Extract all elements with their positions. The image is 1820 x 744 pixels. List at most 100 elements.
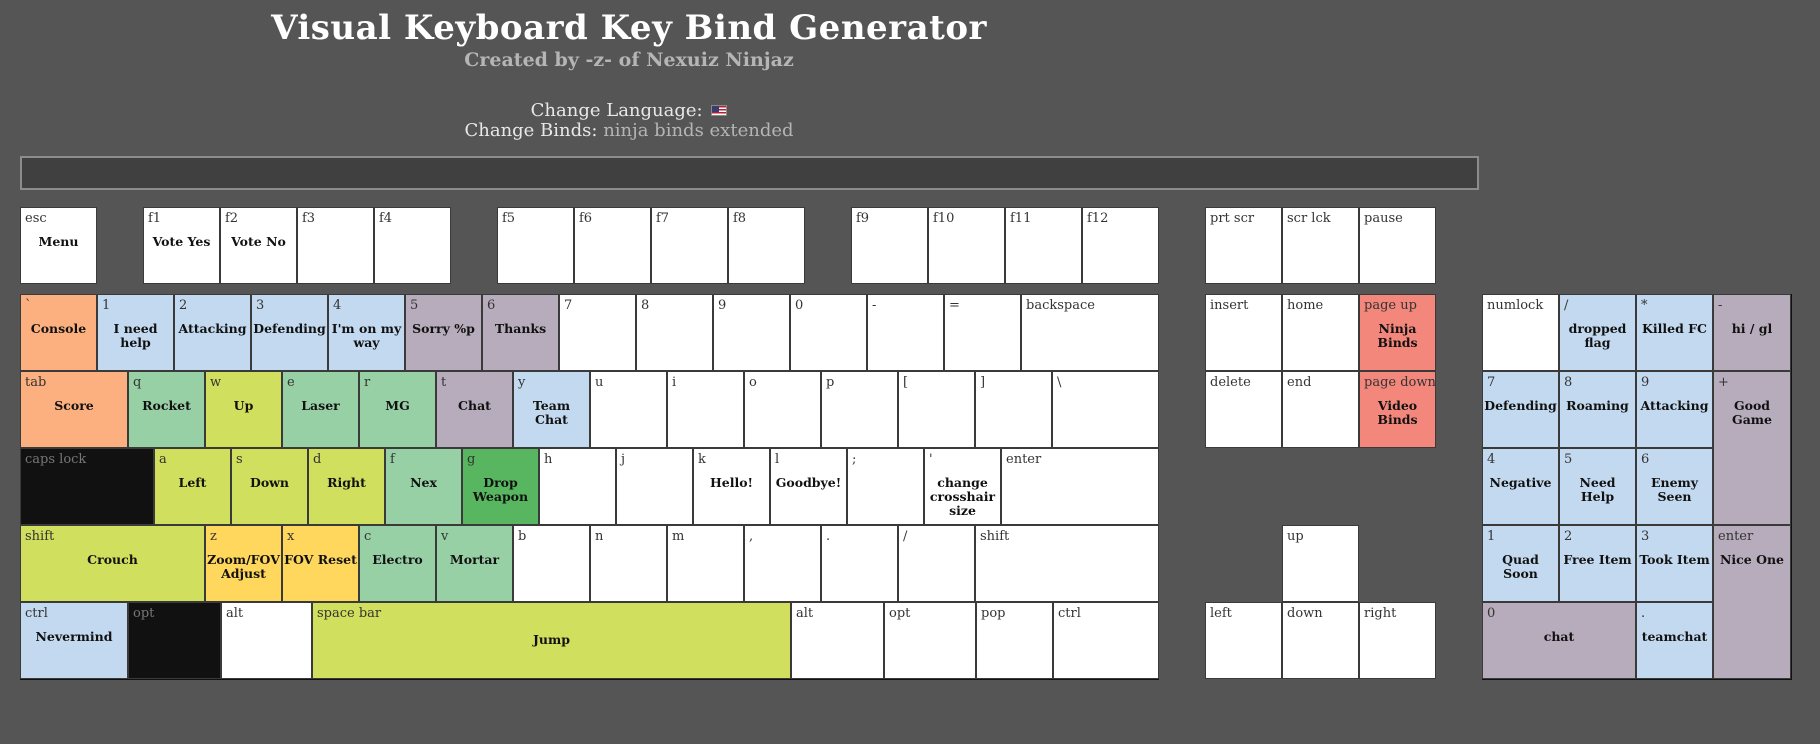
key-pagedown[interactable]: page down Video Binds xyxy=(1359,371,1436,448)
key-lshift[interactable]: shift Crouch xyxy=(20,525,205,602)
key-h[interactable]: h xyxy=(539,448,616,525)
us-flag-icon[interactable] xyxy=(711,105,728,116)
key-down[interactable]: down xyxy=(1282,602,1359,679)
bind-output-field[interactable] xyxy=(20,156,1479,190)
key-left[interactable]: left xyxy=(1205,602,1282,679)
key-backspace[interactable]: backspace xyxy=(1021,294,1159,371)
key-tab[interactable]: tab Score xyxy=(20,371,128,448)
key-f3[interactable]: f3 xyxy=(297,207,374,284)
key-backslash[interactable]: \ xyxy=(1052,371,1159,448)
key-d[interactable]: d Right xyxy=(308,448,385,525)
key-minus[interactable]: - xyxy=(867,294,944,371)
key-period[interactable]: . xyxy=(821,525,898,602)
key-r[interactable]: r MG xyxy=(359,371,436,448)
key-kp9[interactable]: 9 Attacking xyxy=(1636,371,1713,448)
key-f4[interactable]: f4 xyxy=(374,207,451,284)
key-rshift[interactable]: shift xyxy=(975,525,1159,602)
key-kp1[interactable]: 1 Quad Soon xyxy=(1482,525,1559,602)
key-rctrl[interactable]: ctrl xyxy=(1053,602,1159,679)
key-delete[interactable]: delete xyxy=(1205,371,1282,448)
key-slash[interactable]: / xyxy=(898,525,975,602)
key-f6[interactable]: f6 xyxy=(574,207,651,284)
key-o[interactable]: o xyxy=(744,371,821,448)
key-kp6[interactable]: 6 Enemy Seen xyxy=(1636,448,1713,525)
key-y[interactable]: y Team Chat xyxy=(513,371,590,448)
key-f[interactable]: f Nex xyxy=(385,448,462,525)
key-g[interactable]: g Drop Weapon xyxy=(462,448,539,525)
binds-preset-link[interactable]: ninja binds extended xyxy=(603,120,793,141)
key-scrlck[interactable]: scr lck xyxy=(1282,207,1359,284)
key-kp_star[interactable]: * Killed FC xyxy=(1636,294,1713,371)
key-kp7[interactable]: 7 Defending xyxy=(1482,371,1559,448)
key-z[interactable]: z Zoom/FOV Adjust xyxy=(205,525,282,602)
key-0[interactable]: 0 xyxy=(790,294,867,371)
key-ropt[interactable]: opt xyxy=(884,602,976,679)
key-kp8[interactable]: 8 Roaming xyxy=(1559,371,1636,448)
key-kp_minus[interactable]: - hi / gl xyxy=(1713,294,1791,371)
key-e[interactable]: e Laser xyxy=(282,371,359,448)
key-f12[interactable]: f12 xyxy=(1082,207,1159,284)
key-backtick[interactable]: ` Console xyxy=(20,294,97,371)
key-capslock[interactable]: caps lock xyxy=(20,448,154,525)
key-n[interactable]: n xyxy=(590,525,667,602)
key-pause[interactable]: pause xyxy=(1359,207,1436,284)
key-i[interactable]: i xyxy=(667,371,744,448)
key-t[interactable]: t Chat xyxy=(436,371,513,448)
key-f10[interactable]: f10 xyxy=(928,207,1005,284)
key-kp_slash[interactable]: / dropped flag xyxy=(1559,294,1636,371)
key-6[interactable]: 6 Thanks xyxy=(482,294,559,371)
key-rbracket[interactable]: ] xyxy=(975,371,1052,448)
key-8[interactable]: 8 xyxy=(636,294,713,371)
key-u[interactable]: u xyxy=(590,371,667,448)
key-kp_plus[interactable]: + Good Game xyxy=(1713,371,1791,525)
key-insert[interactable]: insert xyxy=(1205,294,1282,371)
key-f9[interactable]: f9 xyxy=(851,207,928,284)
key-numlock[interactable]: numlock xyxy=(1482,294,1559,371)
key-k[interactable]: k Hello! xyxy=(693,448,770,525)
key-kp3[interactable]: 3 Took Item xyxy=(1636,525,1713,602)
key-1[interactable]: 1I need help xyxy=(97,294,174,371)
key-p[interactable]: p xyxy=(821,371,898,448)
key-m[interactable]: m xyxy=(667,525,744,602)
key-home[interactable]: home xyxy=(1282,294,1359,371)
key-kp2[interactable]: 2 Free Item xyxy=(1559,525,1636,602)
key-space[interactable]: space bar Jump xyxy=(312,602,791,679)
key-f2[interactable]: f2 Vote No xyxy=(220,207,297,284)
key-9[interactable]: 9 xyxy=(713,294,790,371)
key-end[interactable]: end xyxy=(1282,371,1359,448)
key-pop[interactable]: pop xyxy=(976,602,1053,679)
key-lctrl[interactable]: ctrl Nevermind xyxy=(20,602,128,679)
key-2[interactable]: 2 Attacking xyxy=(174,294,251,371)
key-f5[interactable]: f5 xyxy=(497,207,574,284)
key-s[interactable]: s Down xyxy=(231,448,308,525)
key-q[interactable]: q Rocket xyxy=(128,371,205,448)
key-l[interactable]: l Goodbye! xyxy=(770,448,847,525)
key-kp0[interactable]: 0 chat xyxy=(1482,602,1636,679)
key-x[interactable]: x FOV Reset xyxy=(282,525,359,602)
key-kp5[interactable]: 5 Need Help xyxy=(1559,448,1636,525)
key-c[interactable]: c Electro xyxy=(359,525,436,602)
key-7[interactable]: 7 xyxy=(559,294,636,371)
key-f1[interactable]: f1 Vote Yes xyxy=(143,207,220,284)
key-lalt[interactable]: alt xyxy=(221,602,312,679)
key-kp_dot[interactable]: . teamchat xyxy=(1636,602,1713,679)
key-right[interactable]: right xyxy=(1359,602,1436,679)
key-b[interactable]: b xyxy=(513,525,590,602)
key-equals[interactable]: = xyxy=(944,294,1021,371)
key-4[interactable]: 4 I'm on my way xyxy=(328,294,405,371)
key-comma[interactable]: , xyxy=(744,525,821,602)
key-quote[interactable]: ' change crosshair size xyxy=(924,448,1001,525)
key-ralt[interactable]: alt xyxy=(791,602,884,679)
key-kp_enter[interactable]: enter Nice One xyxy=(1713,525,1791,679)
key-kp4[interactable]: 4 Negative xyxy=(1482,448,1559,525)
key-enter[interactable]: enter xyxy=(1001,448,1159,525)
key-semicolon[interactable]: ; xyxy=(847,448,924,525)
key-esc[interactable]: esc Menu xyxy=(20,207,97,284)
key-w[interactable]: w Up xyxy=(205,371,282,448)
key-5[interactable]: 5 Sorry %p xyxy=(405,294,482,371)
key-3[interactable]: 3 Defending xyxy=(251,294,328,371)
key-lbracket[interactable]: [ xyxy=(898,371,975,448)
key-a[interactable]: a Left xyxy=(154,448,231,525)
key-f11[interactable]: f11 xyxy=(1005,207,1082,284)
key-v[interactable]: v Mortar xyxy=(436,525,513,602)
